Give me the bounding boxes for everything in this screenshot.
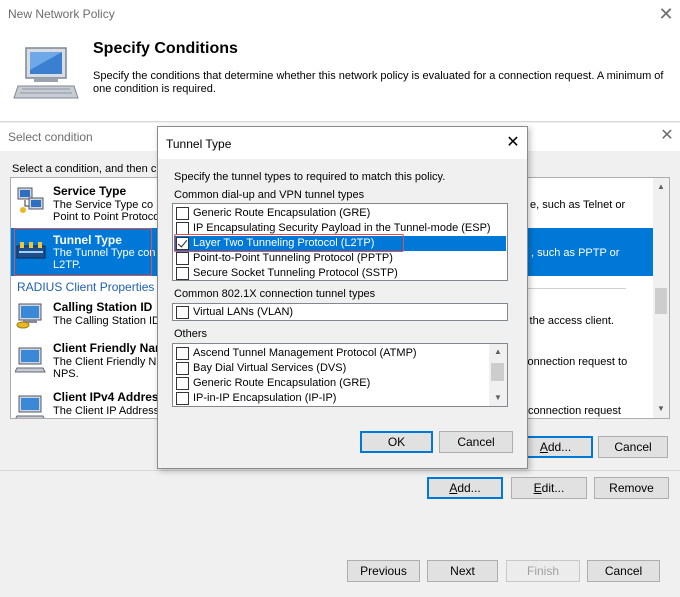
option-ip-ip[interactable]: IP-in-IP Encapsulation (IP-IP) [174, 391, 486, 406]
other-tunnel-list[interactable]: Ascend Tunnel Management Protocol (ATMP)… [172, 343, 508, 407]
option-gre-other[interactable]: Generic Route Encapsulation (GRE) [174, 376, 486, 391]
next-button[interactable]: Next [427, 560, 498, 582]
service-type-icon [17, 187, 44, 213]
dot1x-tunnel-list[interactable]: Virtual LANs (VLAN) [172, 303, 508, 321]
condition-desc-right: connection request [528, 405, 621, 417]
condition-desc-right: connection request to [522, 356, 628, 368]
condition-list-scrollbar[interactable]: ▲ ▼ [653, 178, 669, 418]
option-gre[interactable]: Generic Route Encapsulation (GRE) [174, 206, 506, 221]
computer-network-icon [13, 47, 79, 99]
tunnel-ok-button[interactable]: OK [360, 431, 433, 453]
condition-desc-right: y the access client. [521, 315, 614, 327]
page-description: Specify the conditions that determine wh… [93, 70, 664, 95]
select-cancel-button[interactable]: Cancel [598, 436, 668, 458]
checkbox[interactable] [176, 377, 189, 390]
select-condition-close-icon[interactable]: ✕ [657, 126, 677, 146]
tunnel-type-close-icon[interactable]: ✕ [503, 133, 523, 153]
scroll-thumb[interactable] [655, 288, 667, 314]
checkbox[interactable] [176, 207, 189, 220]
select-add-button[interactable]: Add... [518, 436, 593, 458]
highlight-box [174, 234, 404, 252]
condition-desc-right: e, such as Telnet or [530, 199, 626, 211]
select-condition-title: Select condition [8, 130, 93, 144]
group3-label: Others [174, 328, 208, 340]
edit-condition-button[interactable]: Edit... [511, 477, 587, 499]
highlight-box [14, 228, 152, 276]
previous-button[interactable]: Previous [347, 560, 420, 582]
scroll-down-icon[interactable]: ▼ [489, 391, 507, 405]
wizard-close-icon[interactable]: ✕ [655, 3, 677, 25]
wizard-title: New Network Policy [8, 7, 115, 21]
tunnel-type-instruction: Specify the tunnel types to required to … [174, 171, 446, 183]
tunnel-type-dialog: Tunnel Type ✕ Specify the tunnel types t… [157, 126, 528, 469]
option-vlan[interactable]: Virtual LANs (VLAN) [174, 305, 506, 320]
condition-name: Service Type [53, 184, 127, 198]
add-condition-button[interactable]: Add... [427, 477, 503, 499]
tunnel-cancel-button[interactable]: Cancel [439, 431, 513, 453]
client-ipv4-icon [15, 395, 45, 418]
group2-label: Common 802.1X connection tunnel types [174, 288, 376, 300]
group-radius-client-properties[interactable]: RADIUS Client Properties [17, 280, 154, 294]
condition-name: Calling Station ID [53, 300, 153, 314]
condition-name: Client Friendly Nam [53, 341, 166, 355]
scroll-up-icon[interactable]: ▲ [653, 180, 669, 194]
page-title: Specify Conditions [93, 40, 238, 57]
remove-condition-button[interactable]: Remove [594, 477, 669, 499]
group1-label: Common dial-up and VPN tunnel types [174, 189, 365, 201]
checkbox[interactable] [176, 306, 189, 319]
finish-button[interactable]: Finish [506, 560, 580, 582]
checkbox[interactable] [176, 347, 189, 360]
option-sstp[interactable]: Secure Socket Tunneling Protocol (SSTP) [174, 266, 506, 280]
checkbox[interactable] [176, 362, 189, 375]
condition-desc-right: , such as PPTP or [531, 247, 620, 259]
option-atmp[interactable]: Ascend Tunnel Management Protocol (ATMP) [174, 346, 486, 361]
wizard-cancel-button[interactable]: Cancel [587, 560, 660, 582]
tunnel-type-title: Tunnel Type [166, 137, 232, 151]
checkbox[interactable] [176, 252, 189, 265]
condition-name: Client IPv4 Address [53, 390, 166, 404]
scroll-up-icon[interactable]: ▲ [489, 345, 507, 359]
checkbox[interactable] [176, 267, 189, 280]
option-pptp[interactable]: Point-to-Point Tunneling Protocol (PPTP) [174, 251, 506, 266]
calling-station-icon [16, 303, 42, 329]
others-scrollbar[interactable]: ▲ ▼ [489, 344, 507, 406]
client-friendly-name-icon [15, 347, 46, 373]
checkbox[interactable] [176, 392, 189, 405]
scroll-thumb[interactable] [491, 363, 504, 381]
select-condition-prompt: Select a condition, and then cli [12, 163, 162, 175]
option-dvs[interactable]: Bay Dial Virtual Services (DVS) [174, 361, 486, 376]
scroll-down-icon[interactable]: ▼ [653, 402, 669, 416]
